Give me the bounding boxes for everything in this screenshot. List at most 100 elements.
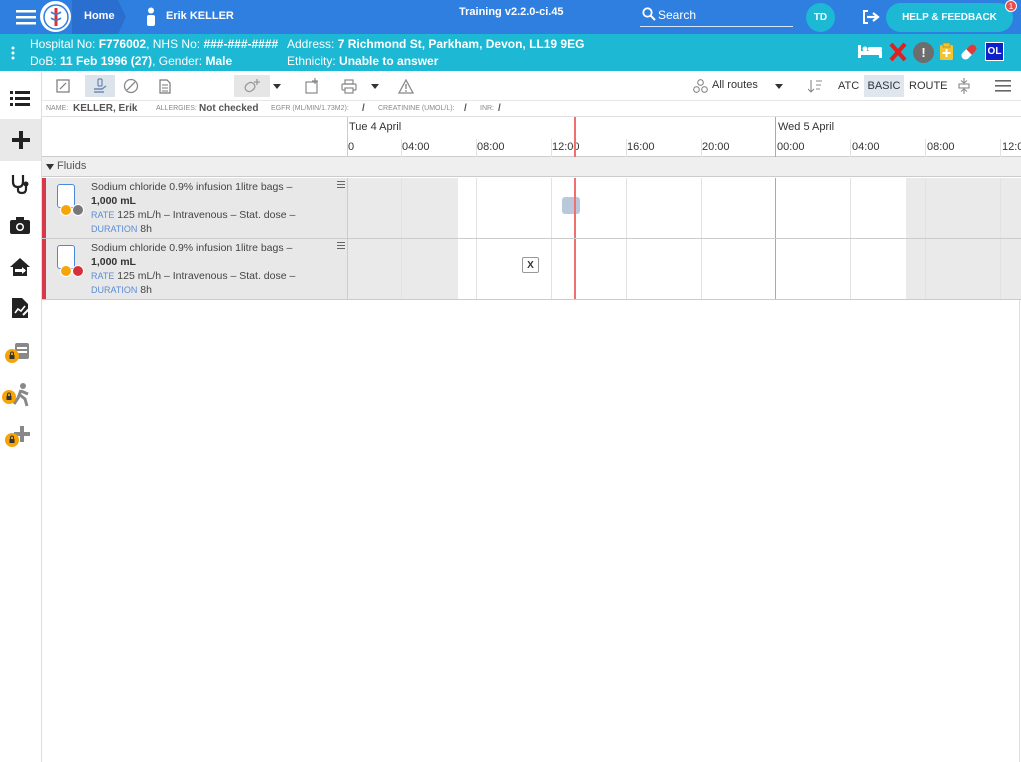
patient-details-strip: NAME: KELLER, Erik ALLERGIES: Not checke… <box>42 101 1021 117</box>
routes-select[interactable]: All routes <box>712 79 758 91</box>
hour-label: 00:00 <box>777 141 805 153</box>
left-sidebar <box>0 71 42 762</box>
creatinine-label: CREATININE (UMOL/L): <box>378 105 455 112</box>
user-initials: TD <box>813 12 828 23</box>
medication-row[interactable]: Sodium chloride 0.9% infusion 1litre bag… <box>42 239 1021 300</box>
pill-outline-icon[interactable] <box>120 75 142 97</box>
document-chart-icon[interactable] <box>8 296 32 320</box>
expand-collapse-icon[interactable] <box>953 75 975 97</box>
edit-chart-icon[interactable] <box>52 75 74 97</box>
inr-label: INR: <box>480 105 494 112</box>
build-version-label: Training v2.2.0-ci.45 <box>459 6 564 18</box>
drug-duration: 8h <box>140 284 152 296</box>
hour-label: 04:00 <box>402 141 430 153</box>
menu-icon[interactable] <box>992 75 1014 97</box>
collapse-caret-icon[interactable] <box>46 164 54 170</box>
document-icon[interactable] <box>154 75 176 97</box>
routes-dropdown-icon[interactable] <box>773 75 785 97</box>
hamburger-menu-icon[interactable] <box>14 8 38 26</box>
add-medication-button[interactable] <box>234 75 270 97</box>
pending-status-icon <box>60 265 72 277</box>
top-bar: Home Erik KELLER Training v2.2.0-ci.45 S… <box>0 0 1021 34</box>
hour-label: 0 <box>348 141 355 153</box>
medication-info-cell[interactable]: Sodium chloride 0.9% infusion 1litre bag… <box>46 178 347 238</box>
medication-description: Sodium chloride 0.9% infusion 1litre bag… <box>91 180 351 236</box>
pending-status-icon <box>60 204 72 216</box>
sort-icon[interactable] <box>804 75 826 97</box>
app-logo-icon[interactable] <box>40 1 71 32</box>
patient-person-icon <box>144 6 158 28</box>
notification-badge: 1 <box>1005 0 1017 12</box>
drug-rate: 125 mL/h – Intravenous – Stat. dose – <box>117 270 296 282</box>
user-avatar[interactable]: TD <box>806 3 835 32</box>
clipboard-plus-icon[interactable] <box>938 41 955 62</box>
sidebar-add-active[interactable] <box>0 119 41 161</box>
basic-view-button[interactable]: BASIC <box>864 75 904 97</box>
locked-clipboard-icon[interactable] <box>3 341 33 365</box>
drug-duration: 8h <box>140 223 152 235</box>
allergies-value: Not checked <box>199 103 259 114</box>
address-line: Address: 7 Richmond St, Parkham, Devon, … <box>287 37 585 51</box>
name-value: KELLER, Erik <box>73 103 138 114</box>
medication-info-cell[interactable]: Sodium chloride 0.9% infusion 1litre bag… <box>46 239 347 299</box>
warning-icon[interactable] <box>395 75 417 97</box>
red-cross-icon[interactable] <box>888 41 908 63</box>
current-time-line <box>574 117 576 157</box>
hour-label: 08:00 <box>477 141 505 153</box>
patient-name-breadcrumb[interactable]: Erik KELLER <box>166 10 234 22</box>
timeline-header: Tue 4 April Wed 5 April 0 04:00 08:00 12… <box>42 117 1021 157</box>
current-time-line <box>574 178 576 238</box>
scheduled-dose-marker[interactable] <box>562 197 580 214</box>
drug-dose: 1,000 mL <box>91 256 136 268</box>
cancelled-dose-marker[interactable]: X <box>522 257 539 273</box>
ol-badge[interactable]: OL <box>985 42 1004 61</box>
atc-view-button[interactable]: ATC <box>838 80 859 92</box>
name-label: NAME: <box>46 105 69 112</box>
dob-line: DoB: 11 Feb 1996 (27), Gender: Male <box>30 54 233 68</box>
egfr-value: / <box>362 103 365 114</box>
drug-dose: 1,000 mL <box>91 195 136 207</box>
egfr-label: EGFR (ML/MIN/1.73M2): <box>271 105 349 112</box>
print-dropdown-icon[interactable] <box>369 75 381 97</box>
list-icon[interactable] <box>8 87 32 109</box>
fluids-group-header[interactable]: Fluids <box>42 157 1021 177</box>
pill-icon[interactable] <box>958 41 980 63</box>
add-med-dropdown-icon[interactable] <box>271 75 283 97</box>
inr-value: / <box>498 103 501 114</box>
search-box[interactable]: Search <box>640 5 793 27</box>
home-transfer-icon[interactable] <box>7 255 33 279</box>
logout-icon[interactable] <box>860 8 882 26</box>
routes-icon <box>689 75 711 97</box>
allergies-label: ALLERGIES: <box>156 105 197 112</box>
help-feedback-button[interactable]: HELP & FEEDBACK <box>886 3 1013 32</box>
ethnicity-line: Ethnicity: Unable to answer <box>287 54 439 68</box>
day-label-tue: Tue 4 April <box>349 121 402 133</box>
home-breadcrumb[interactable]: Home <box>72 0 126 34</box>
row-menu-icon[interactable] <box>337 242 345 249</box>
search-icon <box>642 7 656 21</box>
row-menu-icon[interactable] <box>337 181 345 188</box>
hour-label: 04:00 <box>852 141 880 153</box>
alert-circle-icon[interactable]: ! <box>913 42 934 63</box>
home-label: Home <box>84 10 115 22</box>
stethoscope-icon[interactable] <box>8 172 32 196</box>
bed-icon[interactable] <box>857 41 883 61</box>
route-view-button[interactable]: ROUTE <box>909 80 948 92</box>
camera-icon[interactable] <box>8 214 32 236</box>
locked-add-icon[interactable] <box>3 425 33 451</box>
hour-label: 12:0 <box>1002 141 1021 153</box>
protocol-add-icon[interactable] <box>301 75 323 97</box>
hour-label: 08:00 <box>927 141 955 153</box>
drug-name: Sodium chloride 0.9% infusion 1litre bag… <box>91 181 293 193</box>
print-icon[interactable] <box>338 75 360 97</box>
creatinine-value: / <box>464 103 467 114</box>
chart-toolbar: All routes ATC BASIC ROUTE <box>42 71 1021 101</box>
search-input[interactable]: Search <box>658 8 696 22</box>
medication-row[interactable]: Sodium chloride 0.9% infusion 1litre bag… <box>42 178 1021 239</box>
hospital-number-line: Hospital No: F776002, NHS No: ###-###-##… <box>30 37 279 51</box>
more-vertical-icon[interactable] <box>9 44 17 62</box>
locked-walking-icon[interactable] <box>1 382 33 408</box>
cancelled-status-icon <box>72 265 84 277</box>
group-label: Fluids <box>57 160 87 172</box>
administer-hand-icon[interactable] <box>85 75 115 97</box>
